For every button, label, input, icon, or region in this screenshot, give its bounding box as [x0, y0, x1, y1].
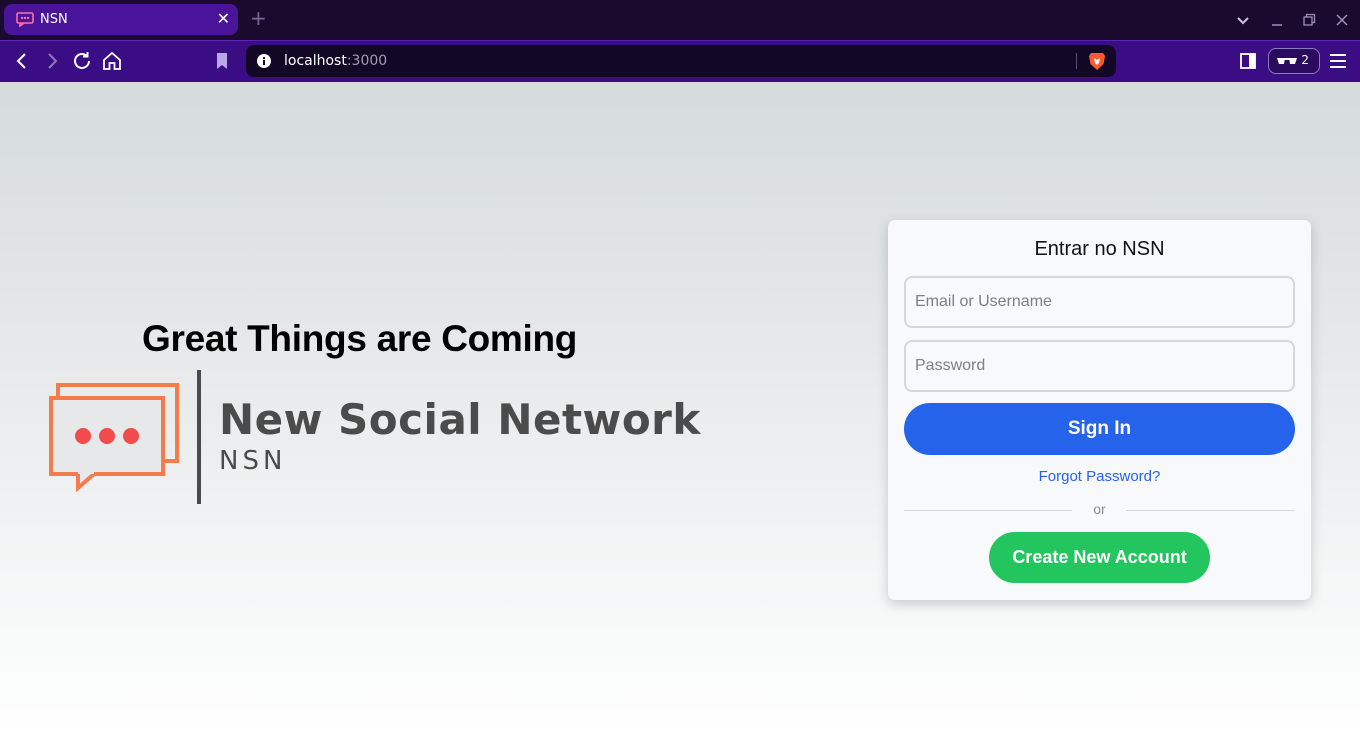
- password-input[interactable]: [904, 340, 1295, 392]
- back-icon[interactable]: [10, 49, 34, 73]
- hero-heading: Great Things are Coming: [142, 318, 578, 359]
- divider-line-right: [1126, 510, 1295, 511]
- chat-bubbles-logo-icon: [49, 383, 179, 492]
- menu-icon[interactable]: [1326, 49, 1350, 73]
- divider-or-text: or: [1093, 501, 1106, 517]
- browser-tab[interactable]: NSN ✕: [4, 4, 238, 35]
- url-host: localhost: [284, 53, 347, 69]
- url-separator: [1076, 53, 1077, 69]
- tab-title: NSN: [40, 12, 68, 27]
- close-icon[interactable]: [1330, 8, 1354, 32]
- new-tab-button[interactable]: +: [250, 6, 267, 30]
- chat-bubble-icon: [16, 12, 34, 27]
- brand-abbreviation: NSN: [219, 446, 287, 476]
- tab-close-icon[interactable]: ✕: [217, 9, 230, 29]
- sign-in-button[interactable]: Sign In: [904, 403, 1295, 455]
- browser-toolbar: localhost:3000 2: [0, 40, 1360, 82]
- page-viewport: Great Things are Coming New Social Netwo…: [0, 82, 1360, 736]
- url-port: :3000: [346, 53, 388, 69]
- url-text[interactable]: localhost:3000: [284, 53, 387, 69]
- login-card: Entrar no NSN Sign In Forgot Password? o…: [888, 220, 1311, 600]
- brand-name: New Social Network: [219, 395, 701, 444]
- reload-icon[interactable]: [70, 49, 94, 73]
- wallet-count: 2: [1301, 53, 1309, 67]
- home-icon[interactable]: [100, 49, 124, 73]
- address-bar[interactable]: localhost:3000: [246, 45, 1116, 77]
- login-title: Entrar no NSN: [1034, 238, 1165, 260]
- wallet-icon: [1277, 58, 1297, 64]
- forgot-password-link[interactable]: Forgot Password?: [888, 468, 1311, 485]
- minimize-icon[interactable]: [1265, 8, 1289, 32]
- info-icon[interactable]: [256, 53, 272, 69]
- logo-divider: [197, 370, 201, 504]
- create-account-button[interactable]: Create New Account: [989, 532, 1210, 583]
- restore-icon[interactable]: [1297, 8, 1321, 32]
- forward-icon[interactable]: [40, 49, 64, 73]
- chevron-down-icon[interactable]: [1231, 8, 1255, 32]
- brave-shield-icon[interactable]: [1088, 51, 1106, 71]
- email-username-input[interactable]: [904, 276, 1295, 328]
- bookmark-icon[interactable]: [210, 49, 234, 73]
- browser-tabstrip: NSN ✕ +: [0, 0, 1360, 40]
- sidebar-icon[interactable]: [1236, 49, 1260, 73]
- wallet-button[interactable]: 2: [1268, 48, 1320, 74]
